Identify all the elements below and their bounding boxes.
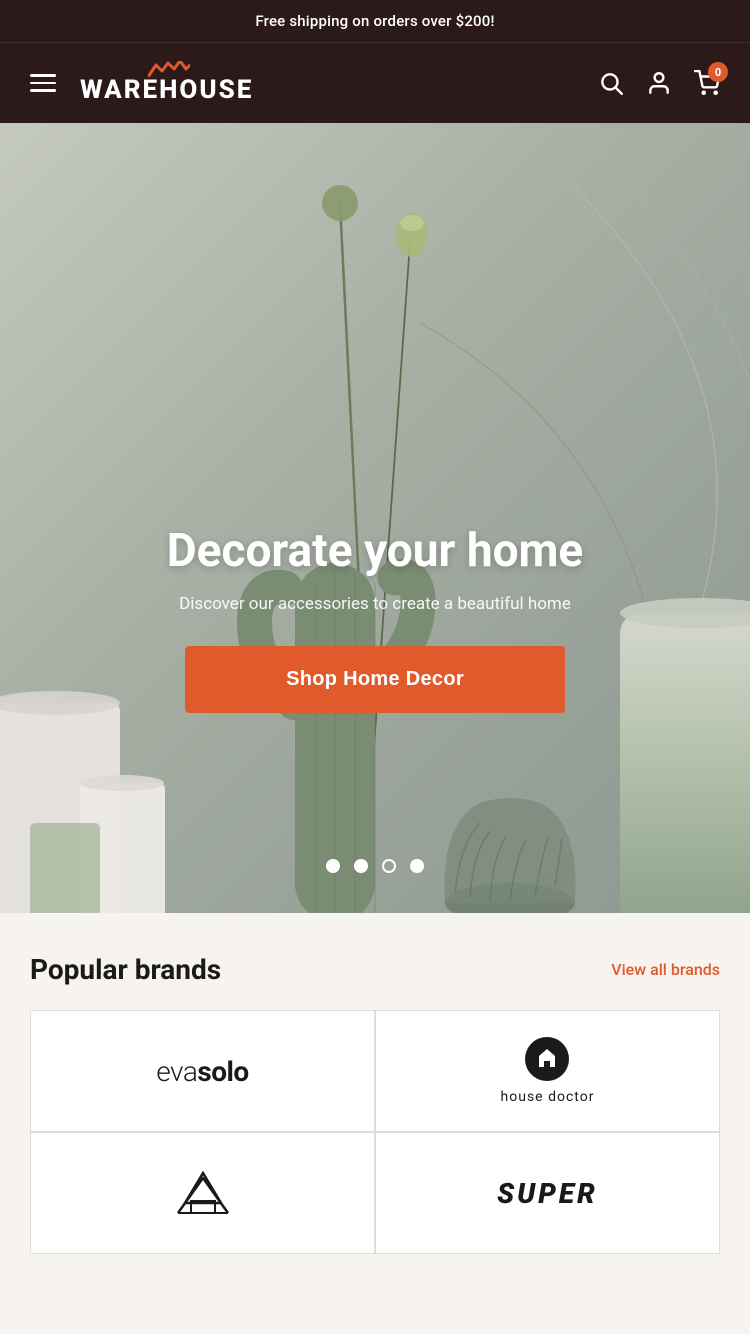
logo-text-group: WAREHOUSE <box>80 75 253 105</box>
logo[interactable]: WAREHOUSE <box>80 61 253 105</box>
view-all-brands-link[interactable]: View all brands <box>611 960 720 979</box>
announcement-text: Free shipping on orders over $200! <box>255 12 494 30</box>
logo-label: WAREHOUSE <box>80 75 253 105</box>
hero-title: Decorate your home <box>167 524 583 578</box>
brands-section-title: Popular brands <box>30 953 221 986</box>
search-button[interactable] <box>598 70 624 96</box>
brand3-logo <box>163 1163 243 1223</box>
brands-header: Popular brands View all brands <box>30 953 720 986</box>
carousel-dot-4[interactable] <box>410 859 424 873</box>
header-right: 0 <box>598 70 720 96</box>
header-left: WAREHOUSE <box>30 61 253 105</box>
house-doctor-label: house doctor <box>501 1089 595 1105</box>
brand-evasolo[interactable]: evasolo <box>31 1011 374 1131</box>
house-doctor-icon <box>525 1037 569 1081</box>
cart-badge: 0 <box>708 62 728 82</box>
carousel-dots <box>326 859 424 873</box>
super-logo: SUPER <box>497 1177 598 1210</box>
hero-banner: Decorate your home Discover our accessor… <box>0 123 750 913</box>
hero-subtitle: Discover our accessories to create a bea… <box>167 594 583 614</box>
brand-house-doctor[interactable]: house doctor <box>376 1011 719 1131</box>
announcement-bar: Free shipping on orders over $200! <box>0 0 750 42</box>
carousel-dot-2[interactable] <box>354 859 368 873</box>
carousel-dot-3[interactable] <box>382 859 396 873</box>
hero-background <box>0 123 750 913</box>
evasolo-logo: evasolo <box>156 1055 248 1088</box>
hamburger-menu-button[interactable] <box>30 74 56 92</box>
hero-content: Decorate your home Discover our accessor… <box>127 524 623 713</box>
brands-grid: evasolo house doctor <box>30 1010 720 1254</box>
carousel-dot-1[interactable] <box>326 859 340 873</box>
shop-home-decor-button[interactable]: Shop Home Decor <box>185 646 565 713</box>
house-doctor-logo: house doctor <box>501 1037 595 1105</box>
header: WAREHOUSE <box>0 42 750 123</box>
account-button[interactable] <box>646 70 672 96</box>
brand-3[interactable] <box>31 1133 374 1253</box>
cart-button[interactable]: 0 <box>694 70 720 96</box>
brand-super[interactable]: SUPER <box>376 1133 719 1253</box>
brands-section: Popular brands View all brands evasolo h… <box>0 913 750 1274</box>
